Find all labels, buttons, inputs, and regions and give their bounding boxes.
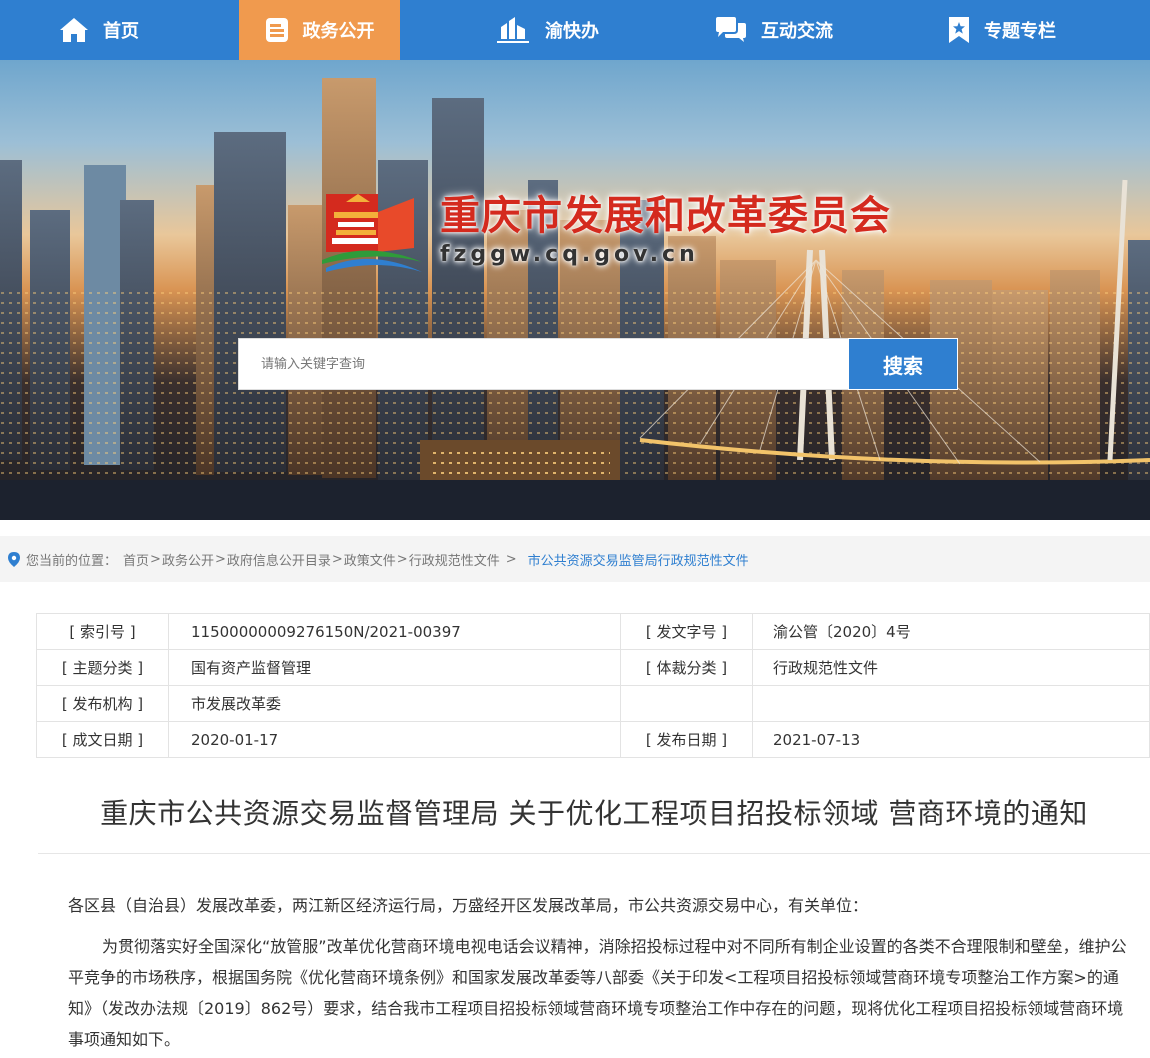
nav-label-interaction: 互动交流 [761,21,833,42]
search-input[interactable] [238,338,848,390]
search-button[interactable]: 搜索 [848,338,958,390]
location-pin-icon [8,551,20,567]
city-skyline-image [0,78,1150,520]
breadcrumb-gov-affairs[interactable]: 政务公开 [162,550,214,569]
nav-label-home: 首页 [103,21,139,42]
nav-item-interaction[interactable]: 互动交流 [689,0,859,60]
article-salutation: 各区县（自治县）发展改革委，两江新区经济运行局，万盛经开区发展改革局，市公共资源… [68,896,869,915]
breadcrumb-separator: > [505,551,517,567]
genre-label: [ 体裁分类 ] [620,649,753,686]
article-paragraph: 为贯彻落实好全国深化“放管服”改革优化营商环境电视电话会议精神，消除招投标过程中… [68,937,1127,1049]
table-row: [ 主题分类 ] 国有资产监督管理 [ 体裁分类 ] 行政规范性文件 [36,649,1150,686]
logo-emblem-icon [322,194,422,272]
docno-value: 渝公管〔2020〕4号 [752,613,1150,650]
nav-label-gov-affairs: 政务公开 [302,21,375,42]
issuer-value: 市发展改革委 [168,685,621,722]
bookmark-icon [949,17,969,43]
site-domain: fzggw.cq.gov.cn [440,242,699,267]
breadcrumb-normative-docs[interactable]: 行政规范性文件 [409,550,500,569]
chat-icon [716,17,746,42]
genre-value: 行政规范性文件 [752,649,1150,686]
topic-value: 国有资产监督管理 [168,649,621,686]
article-body: 各区县（自治县）发展改革委，两江新区经济运行局，万盛经开区发展改革局，市公共资源… [68,890,1130,1055]
breadcrumb-disclosure-catalog[interactable]: 政府信息公开目录 [227,550,331,569]
table-row: [ 索引号 ] 11500000009276150N/2021-00397 [ … [36,613,1150,650]
index-value: 11500000009276150N/2021-00397 [168,613,621,650]
docno-label: [ 发文字号 ] [620,613,753,650]
site-name: 重庆市发展和改革委员会 [440,193,891,239]
top-nav: 首页 政务公开 渝快办 互动交流 专题专栏 [0,0,1150,60]
breadcrumb-current[interactable]: 市公共资源交易监管局行政规范性文件 [528,550,749,569]
breadcrumb-separator: > [331,551,343,567]
nav-item-special-topics[interactable]: 专题专栏 [917,0,1087,60]
nav-item-yukuaiban[interactable]: 渝快办 [462,0,632,60]
building-icon [497,17,529,43]
breadcrumb-home[interactable]: 首页 [123,550,149,569]
article-title: 重庆市公共资源交易监督管理局 关于优化工程项目招投标领域 营商环境的通知 [100,797,1088,830]
nav-label-yukuaiban: 渝快办 [545,21,599,42]
table-row: [ 成文日期 ] 2020-01-17 [ 发布日期 ] 2021-07-13 [36,721,1150,758]
nav-label-special-topics: 专题专栏 [984,21,1056,42]
breadcrumb-separator: > [214,551,226,567]
empty-cell [620,685,753,722]
topic-label: [ 主题分类 ] [36,649,169,686]
search-bar: 搜索 [238,338,958,390]
breadcrumb-separator: > [150,551,161,567]
empty-cell [752,685,1150,722]
document-icon [265,18,288,42]
nav-item-gov-affairs[interactable]: 政务公开 [239,0,400,60]
breadcrumb-policy-docs[interactable]: 政策文件 [344,550,396,569]
nav-item-home[interactable]: 首页 [0,0,198,60]
written-date-label: [ 成文日期 ] [36,721,169,758]
home-icon [60,18,88,42]
title-divider [38,853,1150,854]
published-date-value: 2021-07-13 [752,721,1150,758]
site-logo[interactable]: 重庆市发展和改革委员会 fzggw.cq.gov.cn [318,192,891,278]
breadcrumb-separator: > [396,551,408,567]
published-date-label: [ 发布日期 ] [620,721,753,758]
breadcrumb: 您当前的位置： 首页 > 政务公开 > 政府信息公开目录 > 政策文件 > 行政… [0,536,1150,582]
header-banner: 重庆市发展和改革委员会 fzggw.cq.gov.cn 搜索 [0,60,1150,520]
document-info-table: [ 索引号 ] 11500000009276150N/2021-00397 [ … [36,613,1150,758]
table-row: [ 发布机构 ] 市发展改革委 [36,685,1150,722]
index-label: [ 索引号 ] [36,613,169,650]
written-date-value: 2020-01-17 [168,721,621,758]
breadcrumb-prefix: 您当前的位置： [26,553,118,569]
issuer-label: [ 发布机构 ] [36,685,169,722]
